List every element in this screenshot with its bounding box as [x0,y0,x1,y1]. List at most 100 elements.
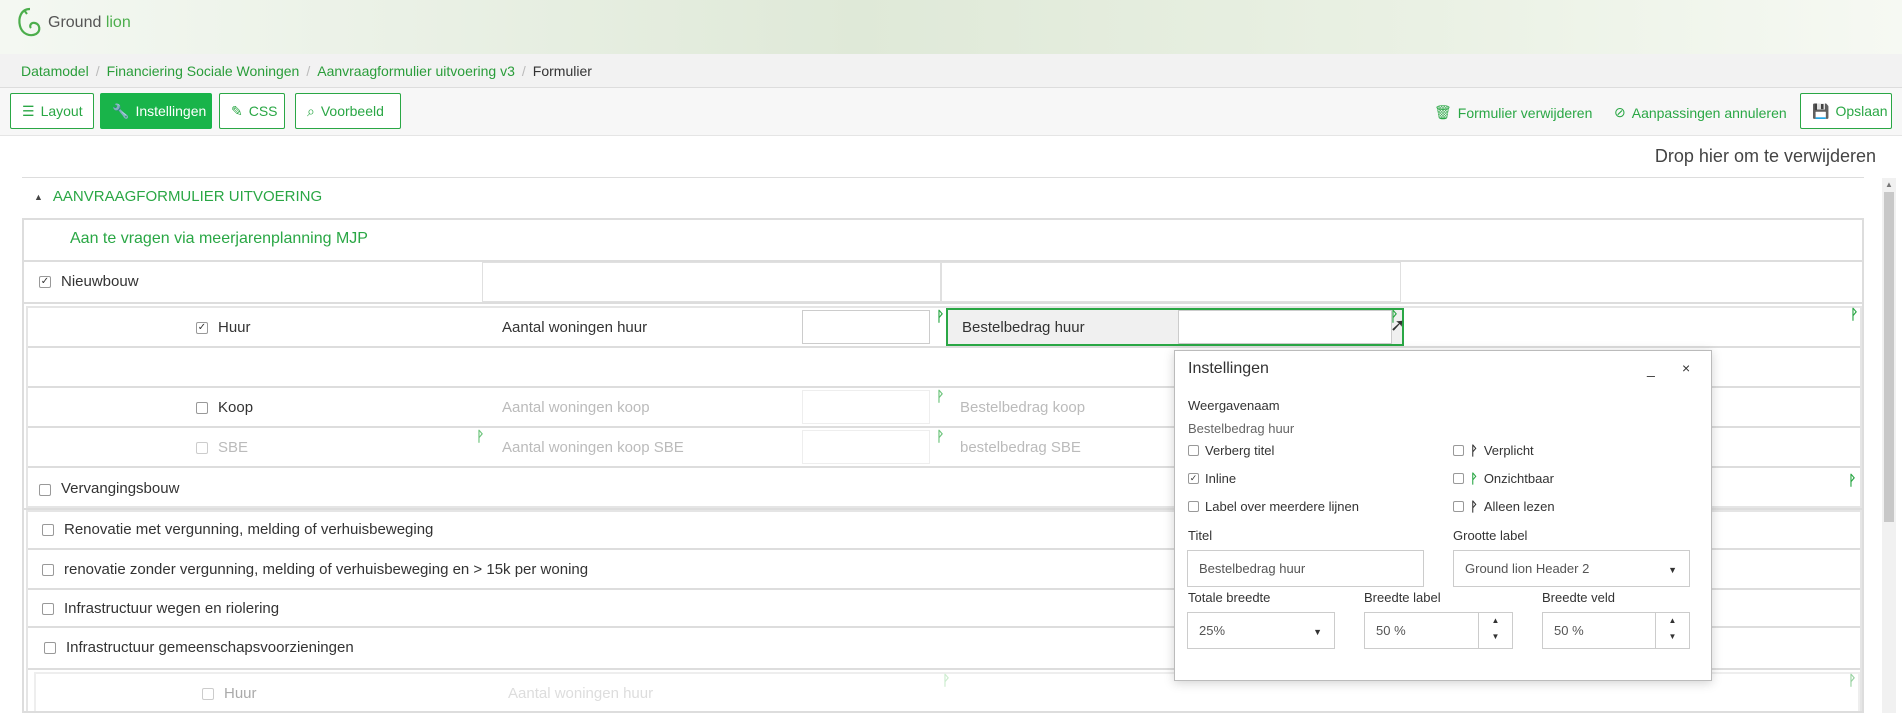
breedte-label-input[interactable]: 50 % ▲ ▼ [1364,612,1513,649]
label-meerdere-lijnen-checkbox[interactable]: Label over meerdere lijnen [1188,499,1359,514]
alleen-lezen-checkbox[interactable]: ᚹ Alleen lezen [1453,499,1555,514]
layout-button-label: Layout [40,103,83,119]
breadcrumb-aanvraagformulier[interactable]: Aanvraagformulier uitvoering v3 [317,63,515,79]
weergavenaam-label: Weergavenaam [1188,398,1280,413]
verplicht-checkbox[interactable]: ᚹ Verplicht [1453,443,1534,458]
search-icon: ⌕ [307,102,315,119]
huur-bottom-checkbox[interactable] [202,688,214,700]
totale-breedte-select[interactable]: 25% ▼ [1187,612,1335,649]
voorbeeld-button[interactable]: ⌕ Voorbeeld [295,93,401,129]
dropdown-arrow-icon: ▼ [1668,565,1677,575]
grootte-label-value: Ground lion Header 2 [1465,561,1590,576]
sbe-checkbox[interactable] [196,442,208,454]
collapse-triangle-icon[interactable]: ▲ [34,192,43,202]
layout-button[interactable]: ☰ Layout [10,93,94,129]
onzichtbaar-label: Onzichtbaar [1483,471,1554,486]
instellingen-button-label: Instellingen [135,103,207,119]
vertical-scrollbar[interactable]: ▲ [1882,178,1896,713]
checkbox-box[interactable] [1188,501,1199,512]
grootte-label-select[interactable]: Ground lion Header 2 ▼ [1453,550,1690,587]
alleen-lezen-label: Alleen lezen [1483,499,1555,514]
breadcrumb-datamodel[interactable]: Datamodel [21,63,89,79]
huur-label: Huur [218,319,251,336]
close-icon[interactable]: × [1682,360,1690,376]
breadcrumb-separator: / [521,62,526,79]
nieuwbouw-row[interactable]: ✓ Nieuwbouw [24,262,1862,304]
weergavenaam-value: Bestelbedrag huur [1188,421,1295,436]
huur-row[interactable]: ✓ Huur Aantal woningen huur ᚹ Bestelbedr… [28,306,1860,348]
checkbox-box[interactable] [1453,473,1464,484]
vervangingsbouw-label: Vervangingsbouw [61,480,180,497]
checkbox-box[interactable] [1453,501,1464,512]
top-bar: Ground lion [0,0,1902,54]
bestelbedrag-koop-label: Bestelbedrag koop [960,399,1086,416]
aantal-woningen-huur-input[interactable] [802,310,930,344]
breedte-veld-input[interactable]: 50 % ▲ ▼ [1542,612,1690,649]
onzichtbaar-checkbox[interactable]: ᚹ Onzichtbaar [1453,471,1554,486]
flag-icon[interactable]: ᚹ [942,672,950,688]
delete-dropzone[interactable]: Drop hier om te verwijderen [1655,146,1876,167]
save-button[interactable]: 💾 Opslaan [1800,93,1892,129]
flag-icon[interactable]: ᚹ [936,428,944,444]
huur-bottom-label: Huur [224,685,257,702]
infra-wegen-checkbox[interactable] [42,603,54,615]
flag-icon[interactable]: ᚹ [1848,472,1856,488]
dropdown-arrow-icon: ▼ [1313,627,1322,637]
aantal-woningen-koop-input[interactable] [802,390,930,424]
section-header[interactable]: ▲ AANVRAAGFORMULIER UITVOERING [34,188,322,205]
breadcrumb-current: Formulier [532,62,592,79]
titel-label: Titel [1188,528,1213,543]
titel-input[interactable]: Bestelbedrag huur [1187,550,1424,587]
vervangingsbouw-checkbox[interactable] [39,484,51,496]
renovatie-met-checkbox[interactable] [42,524,54,536]
floppy-icon: 💾 [1812,102,1830,119]
css-button-label: CSS [248,103,278,119]
divider [22,177,1864,178]
empty-cell[interactable] [941,262,1401,302]
scrollbar-thumb[interactable] [1884,192,1894,522]
flag-icon[interactable]: ᚹ [1850,306,1858,322]
breadcrumb-financiering[interactable]: Financiering Sociale Woningen [107,63,300,79]
form-subtitle: Aan te vragen via meerjarenplanning MJP [70,230,368,247]
css-button[interactable]: ✎ CSS [219,93,285,129]
instellingen-dialog[interactable]: Instellingen _ × Weergavenaam Bestelbedr… [1174,350,1712,681]
flag-icon[interactable]: ᚹ [936,388,944,404]
spinner-icon[interactable]: ▲ ▼ [1478,613,1512,648]
nieuwbouw-checkbox[interactable]: ✓ [39,276,51,288]
renovatie-zonder-label: renovatie zonder vergunning, melding of … [64,561,589,578]
breadcrumb-separator: / [306,62,311,79]
delete-form-button[interactable]: 🗑 Formulier verwijderen [1434,104,1592,121]
flag-icon[interactable]: ᚹ [1848,672,1856,688]
scroll-up-icon[interactable]: ▲ [1885,180,1893,189]
huur-checkbox[interactable]: ✓ [196,322,208,334]
save-button-label: Opslaan [1835,103,1888,119]
infra-gemeenschap-label: Infrastructuur gemeenschapsvoorzieningen [66,639,354,656]
bestelbedrag-huur-field-selected[interactable]: Bestelbedrag huur [946,308,1404,346]
koop-label: Koop [218,399,254,416]
spinner-icon[interactable]: ▲ ▼ [1655,613,1689,648]
subtitle-row[interactable]: Aan te vragen via meerjarenplanning MJP [24,220,1862,262]
logo[interactable]: Ground lion [16,6,131,40]
bestelbedrag-huur-input[interactable] [1178,310,1392,344]
inline-checkbox[interactable]: ✓ Inline [1188,471,1236,486]
instellingen-button[interactable]: 🔧 Instellingen [100,93,212,129]
koop-checkbox[interactable] [196,402,208,414]
aantal-woningen-koop-sbe-input[interactable] [802,430,930,464]
brush-icon: ✎ [231,102,243,119]
checkbox-box[interactable] [1453,445,1464,456]
toolbar: ☰ Layout 🔧 Instellingen ✎ CSS ⌕ Voorbeeld 🗑 F… [0,88,1902,136]
checkbox-box[interactable] [1188,445,1199,456]
empty-cell[interactable] [482,262,941,302]
verberg-titel-checkbox[interactable]: Verberg titel [1188,443,1274,458]
flag-icon[interactable]: ᚹ [936,308,944,324]
sbe-label: SBE [218,439,249,456]
cancel-changes-button[interactable]: ⊘ Aanpassingen annuleren [1614,104,1787,121]
flag-icon[interactable]: ᚹ [476,428,484,444]
renovatie-zonder-checkbox[interactable] [42,564,54,576]
checkbox-box[interactable]: ✓ [1188,473,1199,484]
renovatie-met-label: Renovatie met vergunning, melding of ver… [64,521,434,538]
aantal-woningen-huur-label: Aantal woningen huur [502,319,648,336]
logo-text: Ground lion [48,14,131,31]
minimize-icon[interactable]: _ [1647,361,1655,377]
infra-gemeenschap-checkbox[interactable] [44,642,56,654]
